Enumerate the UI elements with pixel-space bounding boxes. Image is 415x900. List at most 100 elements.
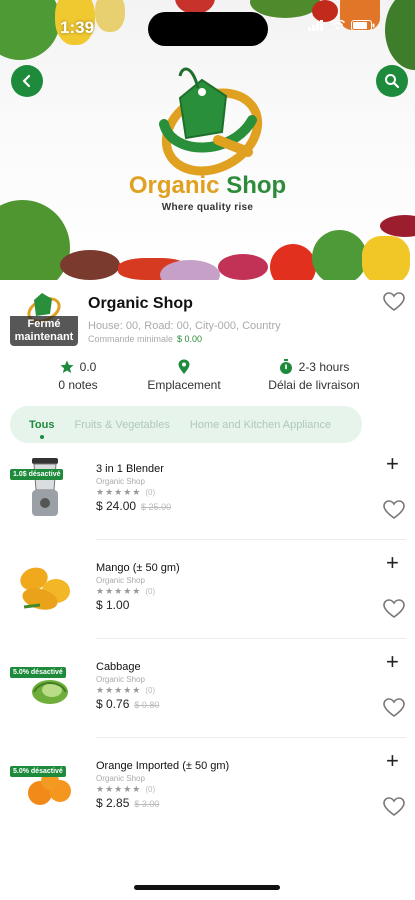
search-icon (385, 74, 400, 89)
rating-stars: ★★★★★ (96, 487, 142, 497)
divider (96, 539, 406, 540)
vegetable-decoration (160, 260, 220, 280)
divider (96, 638, 406, 639)
favorite-product-button[interactable] (383, 797, 405, 822)
shop-address: House: 00, Road: 00, City-000, Country (88, 320, 281, 332)
product-name: 3 in 1 Blender (96, 463, 164, 475)
vegetable-decoration (362, 236, 410, 280)
timer-icon (279, 359, 292, 374)
location-pin-icon (178, 359, 190, 374)
product-shop: Organic Shop (96, 774, 145, 783)
delivery-value: 2-3 hours (298, 360, 350, 374)
product-rating: ★★★★★ (0) (96, 685, 155, 696)
add-to-cart-button[interactable]: + (386, 651, 399, 673)
tab-label: Home and Kitchen Appliance (189, 418, 332, 431)
battery-icon (351, 20, 375, 34)
home-indicator[interactable] (134, 885, 280, 890)
brand-title-word-1: Organic (128, 172, 220, 199)
location-stat[interactable]: Emplacement (134, 358, 234, 392)
tab-home-kitchen[interactable]: Home and Kitchen Appliance (190, 419, 331, 431)
delivery-label: Délai de livraison (268, 378, 360, 392)
closed-now-label: Fermé maintenant (10, 316, 78, 346)
plus-icon: + (386, 649, 399, 674)
rating-stars: ★★★★★ (96, 586, 142, 596)
blender-image (32, 458, 58, 516)
min-order-label: Commande minimale (88, 334, 174, 344)
shop-banner: 1:39 Organic Shop Where quality rise (0, 0, 415, 280)
rating-count: (0) (145, 587, 156, 596)
vegetable-decoration (218, 254, 268, 280)
rating-stars: ★★★★★ (96, 784, 142, 794)
orange-image (28, 766, 71, 805)
shop-name: Organic Shop (88, 295, 193, 312)
rating-count: 0 notes (58, 378, 98, 392)
current-price: $ 1.00 (96, 598, 130, 612)
signal-icon (308, 20, 324, 34)
product-name: Cabbage (96, 661, 141, 673)
rating-count: (0) (145, 488, 156, 497)
old-price: $ 0.80 (134, 700, 160, 710)
product-item[interactable]: 5.0% désactivé Orange Imported (± 50 gm)… (0, 750, 415, 851)
vegetable-decoration (270, 244, 316, 280)
product-price: $ 24.00 $ 25.00 (96, 499, 171, 513)
discount-badge: 1.0$ désactivé (10, 469, 64, 480)
discount-badge: 5.0% désactivé (10, 766, 66, 777)
plus-icon: + (386, 748, 399, 773)
mango-image (20, 567, 70, 610)
tab-all[interactable]: Tous (29, 418, 55, 439)
heart-icon (383, 500, 405, 519)
add-to-cart-button[interactable]: + (386, 453, 399, 475)
product-shop: Organic Shop (96, 477, 145, 486)
chevron-left-icon (22, 74, 31, 88)
current-price: $ 24.00 (96, 499, 137, 513)
heart-icon (383, 292, 405, 311)
product-price: $ 0.76 $ 0.80 (96, 697, 159, 711)
product-rating: ★★★★★ (0) (96, 586, 155, 597)
tab-label: Tous (29, 418, 55, 431)
product-shop: Organic Shop (96, 675, 145, 684)
vegetable-decoration (312, 230, 367, 280)
min-order-value: $ 0.00 (177, 334, 203, 344)
rating-count: (0) (145, 686, 156, 695)
star-icon (60, 360, 74, 373)
rating-stat: 0.0 0 notes (38, 358, 118, 392)
brand-tagline: Where quality rise (161, 202, 254, 213)
favorite-product-button[interactable] (383, 698, 405, 723)
shop-avatar: Fermé maintenant (10, 288, 78, 346)
vegetable-decoration (312, 0, 338, 22)
back-button[interactable] (11, 65, 43, 97)
vegetable-decoration (95, 0, 125, 32)
min-order: Commande minimale $ 0.00 (88, 334, 202, 344)
product-name: Orange Imported (± 50 gm) (96, 760, 230, 772)
search-button[interactable] (376, 65, 408, 97)
current-price: $ 2.85 (96, 796, 130, 810)
tab-fruits-vegetables[interactable]: Fruits & Vegetables (74, 419, 169, 431)
product-rating: ★★★★★ (0) (96, 487, 155, 498)
wifi-icon (329, 18, 346, 34)
favorite-product-button[interactable] (383, 599, 405, 624)
status-icons (308, 18, 375, 34)
brand-title: Organic Shop (0, 172, 415, 200)
heart-icon (383, 599, 405, 618)
vegetable-decoration (380, 215, 415, 237)
current-price: $ 0.76 (96, 697, 130, 711)
location-label: Emplacement (147, 378, 221, 392)
brand-title-word-2: Shop (226, 172, 287, 199)
rating-stars: ★★★★★ (96, 685, 142, 695)
product-name: Mango (± 50 gm) (96, 562, 180, 574)
old-price: $ 25.00 (141, 502, 172, 512)
add-to-cart-button[interactable]: + (386, 552, 399, 574)
add-to-cart-button[interactable]: + (386, 750, 399, 772)
old-price: $ 3.00 (134, 799, 160, 809)
rating-value: 0.0 (79, 360, 97, 374)
divider (96, 737, 406, 738)
favorite-product-button[interactable] (383, 500, 405, 525)
vegetable-decoration (60, 250, 120, 280)
favorite-shop-button[interactable] (383, 292, 405, 317)
discount-badge: 5.0% désactivé (10, 667, 66, 678)
plus-icon: + (386, 550, 399, 575)
heart-icon (383, 698, 405, 717)
active-tab-indicator (39, 434, 44, 439)
product-price: $ 1.00 (96, 598, 134, 612)
heart-icon (383, 797, 405, 816)
